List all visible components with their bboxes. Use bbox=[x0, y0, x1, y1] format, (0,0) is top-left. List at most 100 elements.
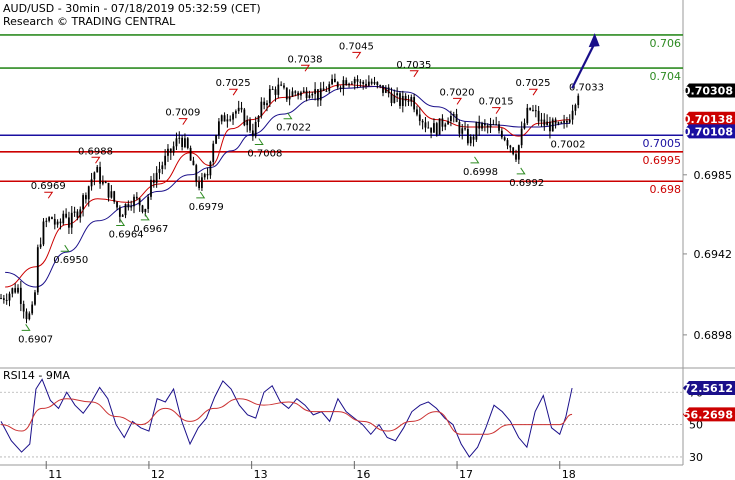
candle-body bbox=[554, 119, 557, 124]
candle-body bbox=[311, 93, 314, 96]
candle-body bbox=[150, 179, 152, 197]
candle-body bbox=[268, 88, 271, 104]
candle-body bbox=[387, 87, 390, 94]
candle-body bbox=[240, 107, 243, 110]
pivot-high-label-1: 0.6969 bbox=[31, 181, 66, 192]
candle-body bbox=[161, 165, 164, 169]
candle-body bbox=[506, 140, 509, 146]
pivot-low-label-17: 0.6992 bbox=[509, 178, 544, 189]
candle-body bbox=[560, 122, 563, 124]
candle-body bbox=[113, 191, 116, 202]
candle-body bbox=[356, 79, 359, 82]
candle-body bbox=[297, 92, 300, 96]
rsi-title: RSI14 - 9MA bbox=[3, 369, 70, 382]
candle-body bbox=[0, 298, 2, 300]
chart-source: Research © TRADING CENTRAL bbox=[3, 15, 176, 28]
candle-body bbox=[478, 121, 481, 129]
candle-body bbox=[328, 84, 331, 91]
candle-body bbox=[540, 119, 543, 122]
candle-body bbox=[498, 124, 500, 131]
candle-body bbox=[447, 121, 449, 125]
y-tick-label-1: 0.6985 bbox=[694, 169, 733, 182]
candle-body bbox=[367, 81, 370, 86]
candle-body bbox=[280, 84, 283, 86]
candle-body bbox=[237, 107, 240, 112]
candle-body bbox=[99, 166, 101, 184]
y-tick-label-2: 0.6942 bbox=[694, 248, 733, 261]
note-label-19: 0.7002 bbox=[550, 140, 585, 151]
candle-body bbox=[574, 105, 577, 111]
candle-body bbox=[416, 109, 418, 115]
candle-body bbox=[62, 213, 65, 224]
candle-body bbox=[285, 87, 288, 100]
candle-body bbox=[203, 174, 206, 178]
candle-body bbox=[192, 160, 195, 166]
candle-body bbox=[534, 110, 537, 112]
candle-body bbox=[526, 107, 529, 124]
candle-body bbox=[82, 195, 84, 210]
candle-body bbox=[345, 80, 348, 86]
candle-body bbox=[529, 107, 532, 110]
rsi-tick-label-2: 30 bbox=[689, 451, 703, 464]
candle-body bbox=[520, 128, 523, 146]
candle-body bbox=[206, 174, 209, 176]
candle-body bbox=[186, 138, 189, 148]
candle-body bbox=[56, 221, 59, 225]
candle-body bbox=[466, 128, 469, 144]
candle-body bbox=[370, 81, 373, 84]
candle-body bbox=[189, 147, 192, 161]
candle-body bbox=[17, 287, 19, 293]
rsi-tag-label-1: 56.2698 bbox=[683, 408, 733, 421]
candle-body bbox=[348, 83, 350, 86]
candle-body bbox=[70, 212, 73, 228]
candle-body bbox=[557, 122, 560, 124]
candle-body bbox=[254, 121, 257, 137]
candle-body bbox=[107, 182, 110, 198]
candle-body bbox=[36, 247, 39, 293]
candle-body bbox=[184, 138, 186, 148]
candle-body bbox=[537, 110, 540, 122]
candle-body bbox=[223, 115, 226, 122]
candle-body bbox=[308, 95, 311, 98]
candle-body bbox=[396, 93, 399, 96]
candle-body bbox=[277, 84, 280, 95]
candle-body bbox=[393, 95, 396, 103]
candle-body bbox=[195, 165, 198, 182]
candle-body bbox=[53, 218, 56, 225]
candle-body bbox=[209, 161, 212, 176]
candle-body bbox=[300, 92, 302, 96]
candle-body bbox=[568, 119, 571, 123]
price-tag-label-1: 0.70138 bbox=[683, 113, 733, 126]
x-tick-label-3: 16 bbox=[356, 468, 370, 480]
candle-body bbox=[246, 119, 249, 126]
candle-body bbox=[376, 82, 379, 86]
candle-body bbox=[382, 85, 384, 93]
candle-body bbox=[85, 195, 87, 200]
chart-canvas: 0.706 0.704 0.7005 0.6995 0.698 0.6907 0.6969… bbox=[0, 0, 735, 480]
candle-body bbox=[212, 143, 215, 162]
candle-body bbox=[362, 81, 365, 84]
candle-body bbox=[512, 147, 515, 155]
candle-body bbox=[249, 119, 251, 131]
x-tick-label-0: 11 bbox=[48, 468, 62, 480]
candle-body bbox=[317, 89, 319, 101]
candle-body bbox=[359, 81, 362, 83]
candle-body bbox=[291, 91, 294, 97]
candle-body bbox=[492, 124, 495, 126]
level-label-4: 0.698 bbox=[650, 183, 682, 196]
candle-body bbox=[314, 89, 316, 94]
chart-title: AUD/USD - 30min - 07/18/2019 05:32:59 (C… bbox=[3, 2, 261, 15]
level-label-2: 0.7005 bbox=[643, 137, 682, 150]
candle-body bbox=[543, 119, 546, 126]
candle-body bbox=[288, 96, 291, 100]
pivot-low-label-2: 0.6950 bbox=[53, 255, 88, 266]
candle-body bbox=[39, 244, 42, 248]
candle-body bbox=[283, 85, 285, 88]
candle-body bbox=[384, 87, 387, 93]
candle-body bbox=[34, 292, 36, 305]
candle-body bbox=[342, 80, 345, 89]
candle-body bbox=[353, 79, 356, 84]
candle-body bbox=[481, 123, 483, 129]
pivot-high-label-8: 0.7025 bbox=[216, 78, 251, 89]
candle-body bbox=[73, 211, 76, 213]
